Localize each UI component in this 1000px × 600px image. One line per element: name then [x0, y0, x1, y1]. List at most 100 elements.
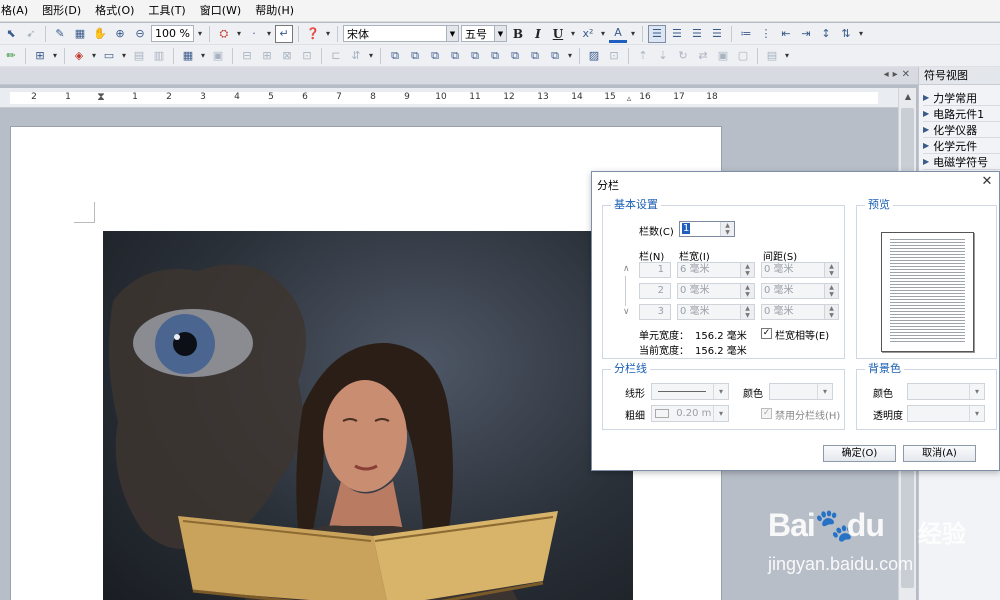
shape-tool-icon-5[interactable]: ⧉: [466, 47, 484, 65]
shape-tool-icon-1[interactable]: ⧉: [386, 47, 404, 65]
chevron-down-icon[interactable]: ▾: [629, 29, 637, 38]
stepper-arrows-icon[interactable]: ▲ ▼: [824, 305, 838, 319]
column-spacing-input[interactable]: 0 毫米 ▲ ▼: [761, 262, 839, 278]
chevron-down-icon[interactable]: ▾: [235, 29, 243, 38]
column-count-stepper[interactable]: 1 ▲ ▼: [679, 221, 735, 237]
shape-tool-icon-7[interactable]: ⧉: [506, 47, 524, 65]
bring-front-icon[interactable]: ⇡: [634, 47, 652, 65]
menu-window[interactable]: 窗口(W): [193, 0, 248, 22]
zoom-select[interactable]: 100 %: [151, 25, 194, 42]
send-back-icon[interactable]: ⇣: [654, 47, 672, 65]
stepper-arrows-icon[interactable]: ▲ ▼: [740, 305, 754, 319]
chevron-down-icon[interactable]: ▾: [367, 51, 375, 60]
chevron-down-icon[interactable]: ▾: [90, 51, 98, 60]
chevron-down-icon[interactable]: ▾: [196, 29, 204, 38]
insert-row-icon[interactable]: ⊟: [238, 47, 256, 65]
symbol-category-item[interactable]: ▶ 电路元件1: [923, 106, 1000, 122]
help-icon[interactable]: ❓: [304, 25, 322, 43]
column-spacing-input[interactable]: 0 毫米 ▲ ▼: [761, 304, 839, 320]
insert-col-icon[interactable]: ⊞: [258, 47, 276, 65]
stepper-arrows-icon[interactable]: ▲ ▼: [740, 263, 754, 277]
thickness-select[interactable]: 0.20 m ▾: [651, 405, 729, 422]
flip-icon[interactable]: ⇄: [694, 47, 712, 65]
rotate-icon[interactable]: ↻: [674, 47, 692, 65]
font-size-select[interactable]: 五号 ▼: [460, 25, 507, 42]
chevron-down-icon[interactable]: ▾: [324, 29, 332, 38]
column-spacing-input[interactable]: 0 毫米 ▲ ▼: [761, 283, 839, 299]
chevron-down-icon[interactable]: ▾: [199, 51, 207, 60]
bold-button[interactable]: B: [509, 27, 527, 41]
crop-icon[interactable]: ⊡: [605, 47, 623, 65]
chevron-down-icon[interactable]: ▾: [569, 29, 577, 38]
menu-help[interactable]: 帮助(H): [248, 0, 301, 22]
chevron-down-icon[interactable]: ▾: [713, 384, 728, 399]
delete-row-icon[interactable]: ⊠: [278, 47, 296, 65]
zoom-in-icon[interactable]: ⊕: [111, 25, 129, 43]
shape-tool-icon-4[interactable]: ⧉: [446, 47, 464, 65]
stepper-arrows-icon[interactable]: ▲ ▼: [824, 284, 838, 298]
right-indent-marker-icon[interactable]: ▵: [627, 94, 632, 104]
shape-tool-icon-2[interactable]: ⧉: [406, 47, 424, 65]
disable-divider-checkbox[interactable]: ✓: [761, 408, 772, 419]
font-name-select[interactable]: 宋体 ▼: [342, 25, 459, 42]
align-right-icon[interactable]: ☰: [688, 25, 706, 43]
indent-decrease-icon[interactable]: ⇤: [777, 25, 795, 43]
table-icon[interactable]: ⊞: [31, 47, 49, 65]
menu-format[interactable]: 格式(O): [88, 0, 141, 22]
hand-icon[interactable]: ✋: [91, 25, 109, 43]
column-width-input[interactable]: 0 毫米 ▲ ▼: [677, 304, 755, 320]
align-center-icon[interactable]: ☰: [668, 25, 686, 43]
equal-width-checkbox[interactable]: ✓: [761, 328, 772, 339]
sort-icon[interactable]: ⇅: [837, 25, 855, 43]
table-props-icon[interactable]: ▣: [209, 47, 227, 65]
pen-icon[interactable]: ✏: [2, 47, 20, 65]
underline-button[interactable]: U: [549, 27, 567, 41]
chevron-down-icon[interactable]: ▼: [445, 26, 458, 41]
insert-object-icon[interactable]: ⛭: [215, 25, 233, 43]
document-photo[interactable]: [103, 231, 633, 600]
insert-table-icon[interactable]: ▦: [179, 47, 197, 65]
chevron-down-icon[interactable]: ▼: [493, 26, 506, 41]
transparency-select[interactable]: ▾: [907, 405, 985, 422]
fill-color-icon[interactable]: ◈: [70, 47, 88, 65]
numbered-list-icon[interactable]: ⋮: [757, 25, 775, 43]
bullet-list-icon[interactable]: ≔: [737, 25, 755, 43]
align-justify-icon[interactable]: ☰: [708, 25, 726, 43]
close-icon[interactable]: ✕: [979, 174, 995, 190]
align-left-icon[interactable]: ☰: [647, 24, 666, 43]
shape-tool-icon-6[interactable]: ⧉: [486, 47, 504, 65]
chevron-down-icon[interactable]: ▾: [599, 29, 607, 38]
bullet-icon[interactable]: ·: [245, 25, 263, 43]
paragraph-mark-icon[interactable]: ↵: [274, 24, 293, 43]
chevron-down-icon[interactable]: ▾: [713, 406, 728, 421]
shape-tool-icon-8[interactable]: ⧉: [526, 47, 544, 65]
symbol-category-item[interactable]: ▶ 力学常用: [923, 90, 1000, 106]
column-width-input[interactable]: 6 毫米 ▲ ▼: [677, 262, 755, 278]
chevron-down-icon[interactable]: ▾: [817, 384, 832, 399]
chevron-down-icon[interactable]: ▾: [265, 29, 273, 38]
image-icon[interactable]: ▨: [585, 47, 603, 65]
symbol-category-item[interactable]: ▶ 化学仪器: [923, 122, 1000, 138]
indent-marker-icon[interactable]: ⧗: [97, 90, 105, 104]
superscript-icon[interactable]: x²: [579, 25, 597, 43]
split-cells-icon[interactable]: ▥: [150, 47, 168, 65]
stepper-arrows-icon[interactable]: ▲ ▼: [824, 263, 838, 277]
horizontal-ruler[interactable]: 2 1 ⧗ 1 2 3 4 5 6 7 8 9 10 11 12 13 14 1…: [0, 88, 898, 108]
line-shape-select[interactable]: ▾: [651, 383, 729, 400]
symbol-category-item[interactable]: ▶ 化学元件: [923, 138, 1000, 154]
scroll-up-icon[interactable]: ∧: [623, 264, 630, 274]
cancel-button[interactable]: 取消(A): [903, 445, 976, 462]
grid-icon[interactable]: ▦: [71, 25, 89, 43]
wrap-text-icon[interactable]: ▤: [763, 47, 781, 65]
zoom-out-icon[interactable]: ⊖: [131, 25, 149, 43]
chevron-down-icon[interactable]: ▾: [120, 51, 128, 60]
chevron-down-icon[interactable]: ▾: [969, 384, 984, 399]
shape-tool-icon-9[interactable]: ⧉: [546, 47, 564, 65]
divider-color-select[interactable]: ▾: [769, 383, 833, 400]
stepper-arrows-icon[interactable]: ▲ ▼: [720, 222, 734, 236]
chevron-down-icon[interactable]: ▾: [51, 51, 59, 60]
shape-tool-icon-3[interactable]: ⧉: [426, 47, 444, 65]
indent-increase-icon[interactable]: ⇥: [797, 25, 815, 43]
pointer-icon[interactable]: ➹: [22, 25, 40, 43]
symbol-category-item[interactable]: ▶ 电磁学符号: [923, 154, 1000, 170]
